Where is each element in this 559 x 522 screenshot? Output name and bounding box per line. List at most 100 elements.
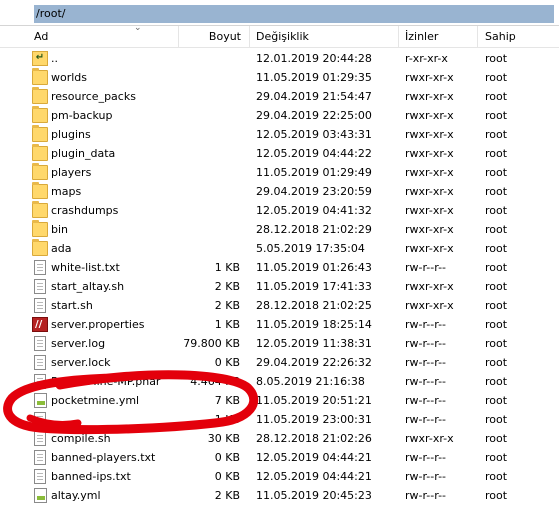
file-icon (34, 431, 46, 446)
file-icon (34, 450, 46, 465)
file-name: maps (51, 185, 82, 198)
file-row[interactable]: worlds 11.05.2019 01:29:35 rwxr-xr-x root (0, 68, 559, 87)
file-row[interactable]: pocketmine.yml 7 KB 11.05.2019 20:51:21 rw-… (0, 391, 559, 410)
column-permissions[interactable]: İzinler (405, 26, 475, 47)
file-modified: 28.12.2018 21:02:29 (256, 223, 372, 236)
file-size: 0 KB (214, 470, 240, 483)
file-icon (34, 469, 46, 484)
file-permissions: rwxr-xr-x (405, 432, 454, 445)
file-modified: 11.05.2019 20:45:23 (256, 489, 372, 502)
file-name: ada (51, 242, 72, 255)
file-row[interactable]: pm-backup 29.04.2019 22:25:00 rwxr-xr-x roo… (0, 106, 559, 125)
file-size: 79.800 KB (183, 337, 240, 350)
column-divider[interactable] (477, 26, 478, 47)
file-row[interactable]: start_altay.sh 2 KB 11.05.2019 17:41:33 rwx… (0, 277, 559, 296)
file-modified: 12.05.2019 11:38:31 (256, 337, 372, 350)
column-size[interactable]: Boyut (150, 26, 241, 47)
sort-chevron-down-icon: ⌄ (134, 23, 142, 33)
file-modified: 11.05.2019 18:25:14 (256, 318, 372, 331)
file-owner: root (485, 375, 508, 388)
file-size: 0 KB (214, 356, 240, 369)
file-owner: root (485, 109, 508, 122)
file-row[interactable]: banned-ips.txt 0 KB 12.05.2019 04:44:21 rw-… (0, 467, 559, 486)
file-icon (34, 279, 46, 294)
folder-icon (32, 68, 48, 85)
file-size: 1 KB (214, 318, 240, 331)
file-permissions: rwxr-xr-x (405, 204, 454, 217)
file-permissions: r-xr-xr-x (405, 52, 448, 65)
file-row[interactable]: banned-players.txt 0 KB 12.05.2019 04:44:2… (0, 448, 559, 467)
file-modified: 12.01.2019 20:44:28 (256, 52, 372, 65)
file-row[interactable]: 1 KB 11.05.2019 23:00:31 rw-r--r-- root (0, 410, 559, 429)
file-name: players (51, 166, 92, 179)
file-owner: root (485, 223, 508, 236)
file-size: 0 KB (214, 451, 240, 464)
file-name: banned-ips.txt (51, 470, 131, 483)
file-icon (34, 355, 46, 370)
file-row[interactable]: maps 29.04.2019 23:20:59 rwxr-xr-x root (0, 182, 559, 201)
column-owner[interactable]: Sahip (485, 26, 555, 47)
file-name: PocketMine-MP.phar (51, 375, 161, 388)
file-name: white-list.txt (51, 261, 120, 274)
file-row[interactable]: plugin_data 12.05.2019 04:44:22 rwxr-xr-x r… (0, 144, 559, 163)
file-owner: root (485, 261, 508, 274)
file-row[interactable]: ↵.. 12.01.2019 20:44:28 r-xr-xr-x root (0, 49, 559, 68)
file-row[interactable]: compile.sh 30 KB 28.12.2018 21:02:26 rwxr-x… (0, 429, 559, 448)
file-permissions: rw-r--r-- (405, 337, 447, 350)
column-divider[interactable] (398, 26, 399, 47)
file-row[interactable]: server.log 79.800 KB 12.05.2019 11:38:31 rw… (0, 334, 559, 353)
file-modified: 29.04.2019 23:20:59 (256, 185, 372, 198)
file-permissions: rwxr-xr-x (405, 280, 454, 293)
file-row[interactable]: server.properties 1 KB 11.05.2019 18:25:14… (0, 315, 559, 334)
file-row[interactable]: PocketMine-MP.phar 4.464 KB 8.05.2019 21:1… (0, 372, 559, 391)
file-icon (34, 260, 46, 275)
file-modified: 11.05.2019 20:51:21 (256, 394, 372, 407)
file-owner: root (485, 356, 508, 369)
file-modified: 29.04.2019 22:25:00 (256, 109, 372, 122)
file-row[interactable]: bin 28.12.2018 21:02:29 rwxr-xr-x root (0, 220, 559, 239)
file-row[interactable]: white-list.txt 1 KB 11.05.2019 01:26:43 rw-… (0, 258, 559, 277)
file-name: start.sh (51, 299, 93, 312)
file-permissions: rw-r--r-- (405, 470, 447, 483)
file-icon (34, 412, 46, 427)
file-name: plugin_data (51, 147, 116, 160)
file-permissions: rw-r--r-- (405, 261, 447, 274)
folder-icon (32, 182, 48, 199)
file-permissions: rw-r--r-- (405, 394, 447, 407)
folder-icon (32, 125, 48, 142)
file-row[interactable]: altay.yml 2 KB 11.05.2019 20:45:23 rw-r--r-… (0, 486, 559, 505)
file-name: compile.sh (51, 432, 111, 445)
properties-file-icon (32, 315, 48, 334)
file-owner: root (485, 185, 508, 198)
file-owner: root (485, 394, 508, 407)
file-modified: 28.12.2018 21:02:26 (256, 432, 372, 445)
column-divider[interactable] (249, 26, 250, 47)
path-input[interactable]: /root/ (34, 5, 554, 23)
column-modified[interactable]: Değişiklik (256, 26, 396, 47)
file-row[interactable]: resource_packs 29.04.2019 21:54:47 rwxr-xr… (0, 87, 559, 106)
file-permissions: rwxr-xr-x (405, 185, 454, 198)
file-permissions: rwxr-xr-x (405, 242, 454, 255)
file-row[interactable]: ada 5.05.2019 17:35:04 rwxr-xr-x root (0, 239, 559, 258)
file-size: 1 KB (214, 413, 240, 426)
file-row[interactable]: server.lock 0 KB 29.04.2019 22:26:32 rw-r--… (0, 353, 559, 372)
file-row[interactable]: crashdumps 12.05.2019 04:41:32 rwxr-xr-x ro… (0, 201, 559, 220)
file-modified: 11.05.2019 23:00:31 (256, 413, 372, 426)
file-permissions: rwxr-xr-x (405, 71, 454, 84)
folder-icon (32, 87, 48, 104)
file-size: 30 KB (207, 432, 240, 445)
file-owner: root (485, 71, 508, 84)
file-row[interactable]: players 11.05.2019 01:29:49 rwxr-xr-x root (0, 163, 559, 182)
file-owner: root (485, 470, 508, 483)
file-owner: root (485, 413, 508, 426)
file-modified: 11.05.2019 01:29:49 (256, 166, 372, 179)
file-modified: 12.05.2019 04:44:22 (256, 147, 372, 160)
folder-icon (32, 106, 48, 123)
file-owner: root (485, 204, 508, 217)
file-owner: root (485, 242, 508, 255)
file-owner: root (485, 166, 508, 179)
file-permissions: rw-r--r-- (405, 375, 447, 388)
file-size: 7 KB (214, 394, 240, 407)
file-row[interactable]: start.sh 2 KB 28.12.2018 21:02:25 rwxr-xr-x… (0, 296, 559, 315)
file-row[interactable]: plugins 12.05.2019 03:43:31 rwxr-xr-x root (0, 125, 559, 144)
